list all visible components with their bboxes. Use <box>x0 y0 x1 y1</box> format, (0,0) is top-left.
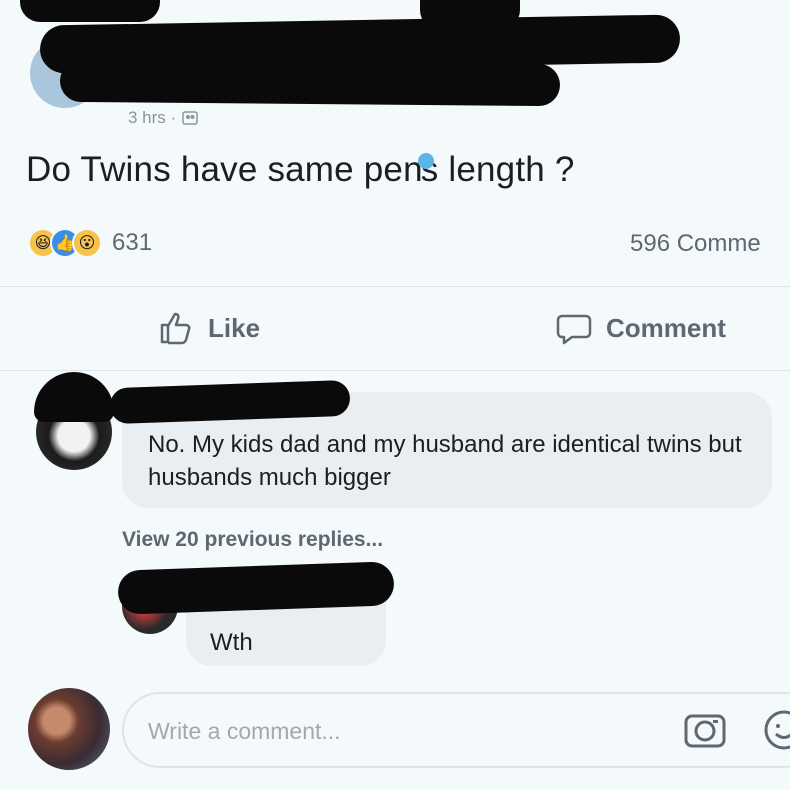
current-user-avatar[interactable] <box>28 688 110 770</box>
view-previous-replies-link[interactable]: View 20 previous replies... <box>122 528 383 552</box>
speech-bubble-icon <box>556 314 592 345</box>
like-label: Like <box>208 312 261 343</box>
redacted-poster-name <box>420 0 520 30</box>
divider <box>0 370 790 371</box>
post-body: Do Twins have same pens length ? <box>26 150 575 190</box>
reaction-summary[interactable]: 😆 👍 😮 631 <box>28 228 152 258</box>
redacted-commenter-avatar <box>34 372 114 422</box>
emoji-icon[interactable] <box>760 706 790 754</box>
post-text-part-1: Do Twins have same pen <box>26 150 423 189</box>
reply-text: Wth <box>210 629 253 656</box>
camera-icon[interactable] <box>682 708 728 754</box>
redacted-poster-name <box>20 0 160 22</box>
like-button[interactable]: Like <box>158 310 260 346</box>
emoji-dot <box>417 153 434 169</box>
reaction-count: 631 <box>112 229 153 256</box>
thumbs-up-icon <box>160 312 191 345</box>
comment-text: No. My kids dad and my husband are ident… <box>148 431 742 491</box>
post-meta: 3 hrs · <box>128 108 198 128</box>
post-text-part-2: s length ? <box>420 150 575 189</box>
comment-label: Comment <box>606 312 726 343</box>
wow-reaction-icon: 😮 <box>72 228 102 258</box>
comment-input-placeholder: Write a comment... <box>148 718 341 744</box>
comment-count[interactable]: 596 Comme <box>630 230 761 258</box>
post-time[interactable]: 3 hrs · <box>128 108 176 128</box>
divider <box>0 286 790 287</box>
comment-button[interactable]: Comment <box>556 310 726 346</box>
redacted-poster-name <box>59 59 561 107</box>
friends-icon <box>182 111 198 125</box>
